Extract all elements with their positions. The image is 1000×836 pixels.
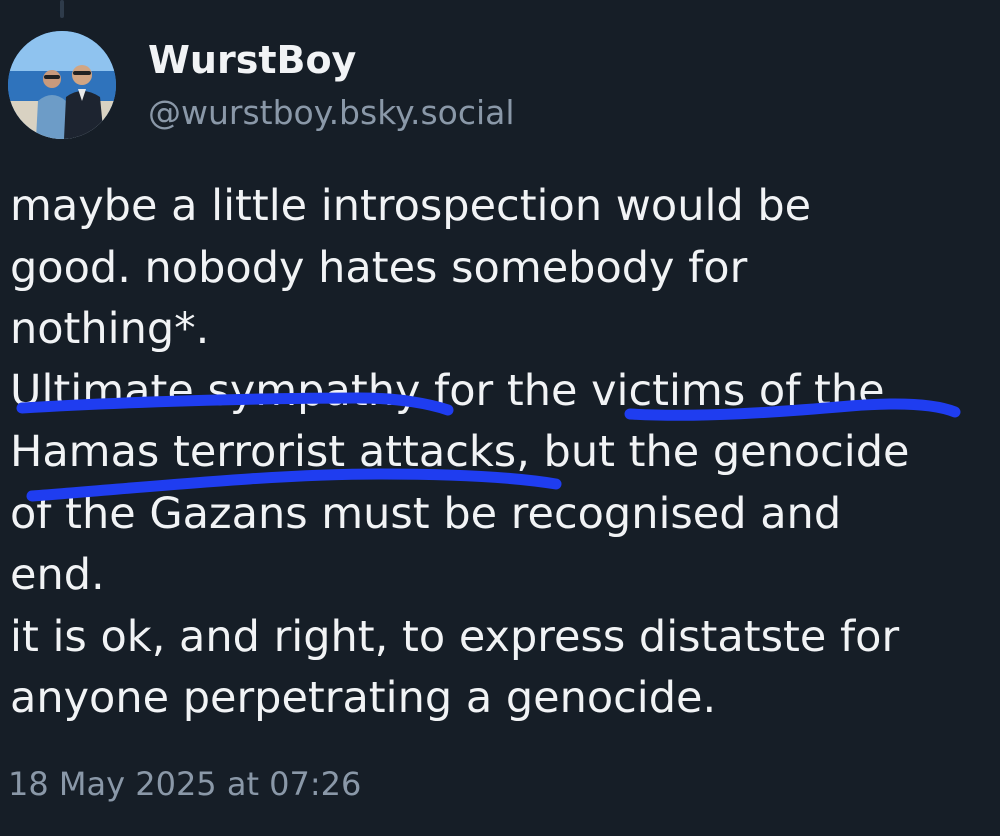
post-text-line: Ultimate sympathy for the victims of the xyxy=(10,365,885,416)
post-text-line: it is ok, and right, to express distatst… xyxy=(10,611,900,662)
thread-connector-line xyxy=(60,0,64,18)
author-handle[interactable]: @wurstboy.bsky.social xyxy=(148,93,515,132)
author-display-name[interactable]: WurstBoy xyxy=(148,38,356,82)
post-text-line: anyone perpetrating a genocide. xyxy=(10,673,717,723)
avatar-photo xyxy=(8,31,116,139)
post-text-line: good. nobody hates somebody for xyxy=(10,242,748,293)
post-body-text: maybe a little introspection would be go… xyxy=(10,176,995,730)
post-timestamp[interactable]: 18 May 2025 at 07:26 xyxy=(8,765,361,803)
post-text-line: nothing*. xyxy=(10,304,210,354)
post-text-line: of the Gazans must be recognised and xyxy=(10,488,842,539)
avatar[interactable] xyxy=(8,31,116,139)
post-text-line: end. xyxy=(10,550,105,600)
post-text-line: Hamas terrorist attacks, but the genocid… xyxy=(10,427,910,477)
post-screen: WurstBoy @wurstboy.bsky.social maybe a l… xyxy=(0,0,1000,836)
post-text-line: maybe a little introspection would be xyxy=(10,181,812,231)
